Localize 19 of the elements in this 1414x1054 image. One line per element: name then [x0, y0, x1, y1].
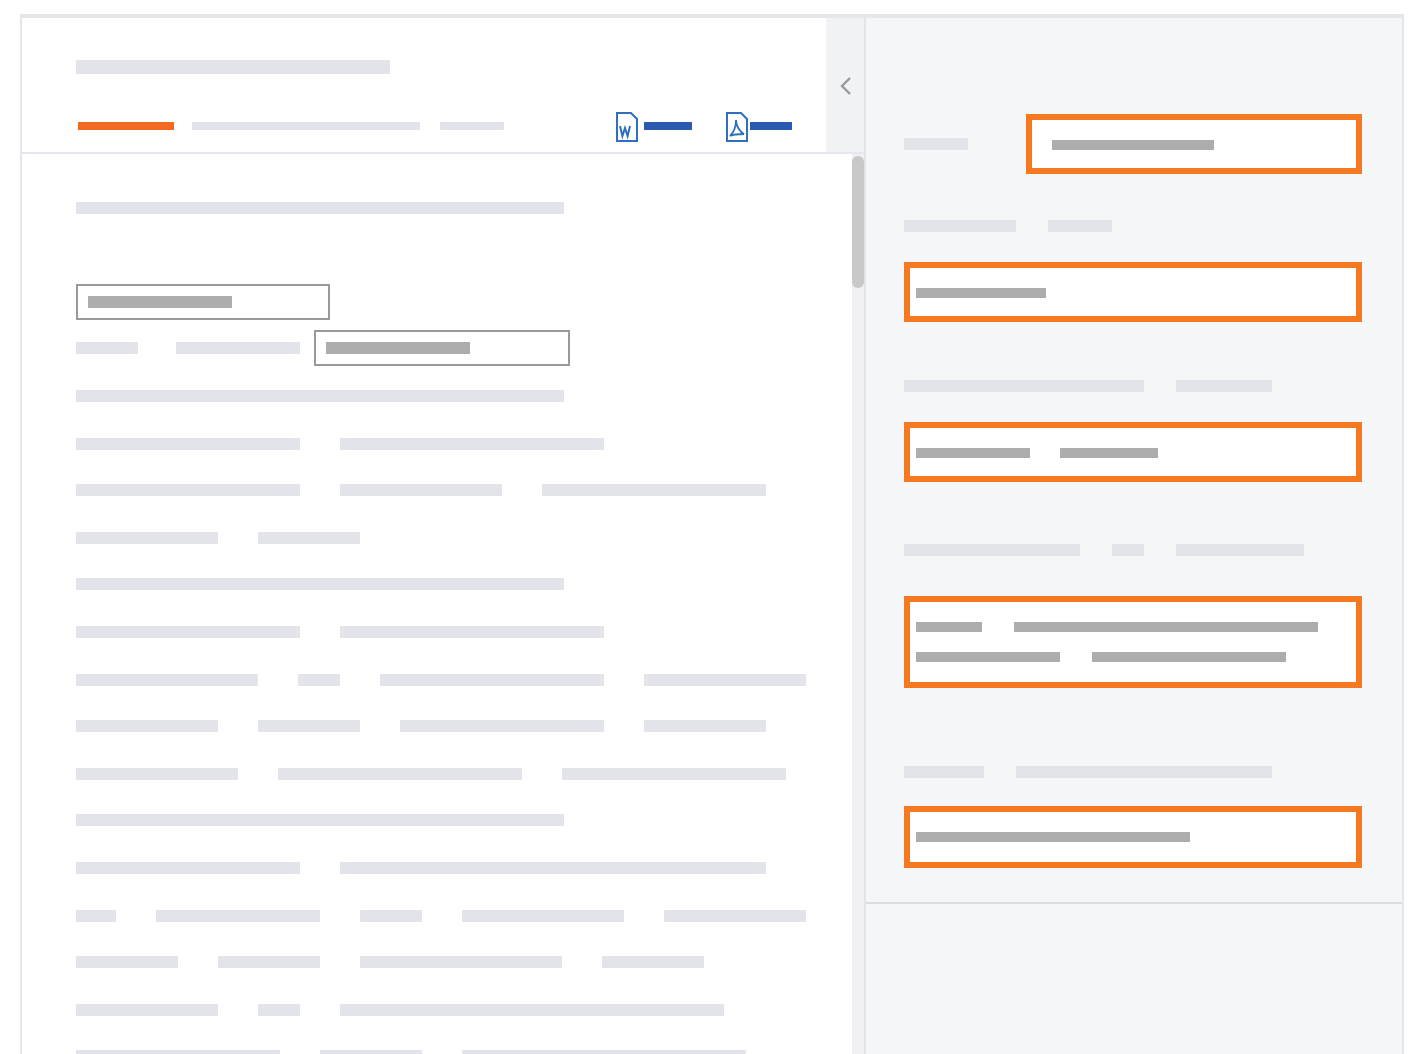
scrollbar-thumb[interactable] — [852, 156, 864, 288]
input-field[interactable] — [76, 283, 330, 320]
collapse-button[interactable] — [837, 76, 853, 96]
download-link[interactable] — [616, 111, 692, 141]
highlight-bar — [78, 122, 174, 130]
redacted-link — [750, 122, 792, 130]
input-field[interactable] — [314, 330, 570, 367]
redacted-text — [88, 295, 232, 308]
pdf-document-icon — [726, 111, 748, 141]
redacted-text — [326, 342, 470, 355]
chevron-left-icon — [837, 76, 853, 96]
input-field[interactable] — [904, 596, 1362, 688]
input-field[interactable] — [904, 262, 1362, 322]
input-field[interactable] — [904, 422, 1362, 482]
download-link[interactable] — [726, 111, 792, 141]
word-document-icon — [616, 111, 638, 141]
input-field[interactable] — [1026, 114, 1362, 174]
redacted-link — [644, 122, 692, 130]
input-field[interactable] — [904, 806, 1362, 868]
